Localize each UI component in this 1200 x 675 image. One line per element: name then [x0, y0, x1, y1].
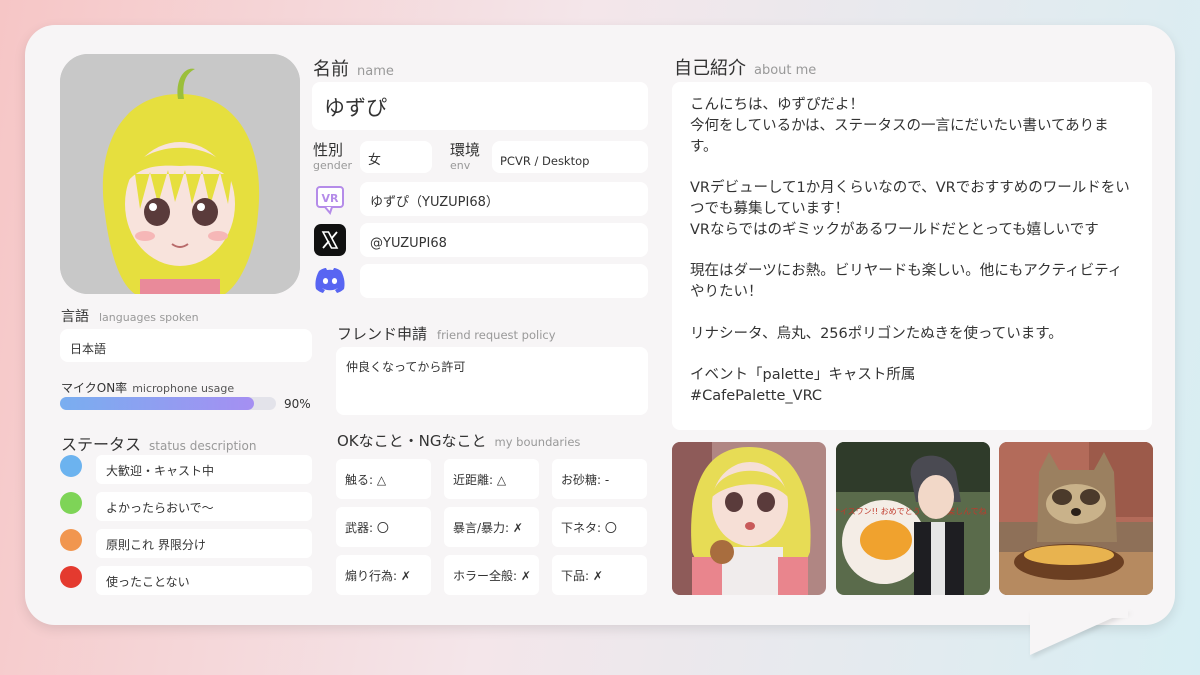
- boundary-item: 武器: 〇: [336, 507, 431, 547]
- svg-text:VR: VR: [322, 192, 340, 205]
- mic-percent: 90%: [284, 397, 311, 411]
- boundary-item: 暴言/暴力: ✗: [444, 507, 539, 547]
- env-value: PCVR / Desktop: [500, 154, 590, 168]
- photo-avatar-cookie: [672, 442, 826, 595]
- status-dot-orange: [60, 529, 82, 551]
- discord-icon: [313, 266, 347, 294]
- friend-heading: フレンド申請: [337, 325, 428, 343]
- about-line: #CafePalette_VRC: [690, 388, 823, 405]
- env-heading: 環境: [450, 141, 481, 159]
- status-item: 大歓迎・キャスト中: [96, 455, 312, 484]
- about-line: 現在はダーツにお熱。ビリヤードも楽しい。他にもアクティビティやりたい！: [690, 263, 1123, 301]
- friend-policy-value: 仲良くなってから許可: [346, 360, 466, 374]
- photo-plate-character: ゆずぴさんへ ナイスワン!! おめでとう ダーツ楽しんでね: [836, 442, 990, 595]
- name-field: ゆずぴ: [312, 82, 648, 130]
- friend-policy-field: 仲良くなってから許可: [336, 347, 648, 415]
- boundary-item: 下品: ✗: [552, 555, 647, 595]
- discord-account-field: [360, 264, 648, 298]
- about-line: リナシータ、烏丸、256ポリゴンたぬきを使っています。: [690, 325, 1063, 342]
- about-line: VRデビューして1か月くらいなので、VRでおすすめのワールドをいつでも募集してい…: [690, 180, 1130, 217]
- name-value: ゆずぴ: [324, 96, 387, 120]
- status-item: よかったらおいで〜: [96, 492, 312, 521]
- status-heading-en: status description: [149, 439, 257, 453]
- avatar: [60, 54, 300, 294]
- vrchat-account-field: ゆずぴ（YUZUPI68）: [360, 182, 648, 216]
- about-line: こんにちは、ゆずぴだよ！: [690, 97, 864, 113]
- status-item: 使ったことない: [96, 566, 312, 595]
- x-icon: [314, 224, 346, 256]
- boundary-item: お砂糖: -: [552, 459, 647, 499]
- gender-value: 女: [368, 153, 382, 168]
- x-account-field: @YUZUPI68: [360, 223, 648, 257]
- about-line: 今何をしているかは、ステータスの一言にだいたい書いてあります。: [690, 117, 1109, 155]
- languages-field: 日本語: [60, 329, 312, 362]
- about-line: VRならではのギミックがあるワールドだととっても嬉しいです: [690, 221, 1099, 238]
- boundaries-heading-en: my boundaries: [494, 435, 581, 449]
- boundary-item: 近距離: △: [444, 459, 539, 499]
- status-heading: ステータス: [61, 435, 142, 454]
- status-item: 原則これ 界限分け: [96, 529, 312, 558]
- env-heading-en: env: [450, 159, 471, 172]
- boundary-item: ホラー全般: ✗: [444, 555, 539, 595]
- mic-heading: マイクON率: [61, 381, 128, 395]
- languages-heading-en: languages spoken: [99, 311, 199, 324]
- vrchat-icon: VR: [313, 183, 347, 217]
- vrchat-account-value: ゆずぴ（YUZUPI68）: [370, 195, 499, 210]
- friend-heading-en: friend request policy: [437, 328, 556, 342]
- mic-heading-en: microphone usage: [132, 382, 235, 395]
- photo-tanuki: [999, 442, 1153, 595]
- about-heading-en: about me: [754, 63, 817, 78]
- mic-usage-bar: [60, 397, 276, 410]
- gender-field: 女: [360, 141, 432, 173]
- env-field: PCVR / Desktop: [492, 141, 648, 173]
- languages-heading: 言語: [61, 309, 89, 325]
- languages-value: 日本語: [70, 342, 107, 356]
- about-text-box: こんにちは、ゆずぴだよ！ 今何をしているかは、ステータスの一言にだいたい書いてあ…: [672, 82, 1152, 430]
- status-dot-red: [60, 566, 82, 588]
- gender-heading-en: gender: [313, 159, 352, 172]
- x-account-value: @YUZUPI68: [370, 236, 447, 251]
- boundary-item: 煽り行為: ✗: [336, 555, 431, 595]
- plate-writing: ゆずぴさんへ ナイスワン!! おめでとう ダーツ楽しんでね: [836, 506, 987, 516]
- status-dot-green: [60, 492, 82, 514]
- mic-usage-fill: [60, 397, 255, 410]
- name-heading: 名前: [313, 59, 349, 80]
- boundary-item: 触る: △: [336, 459, 431, 499]
- boundary-item: 下ネタ: 〇: [552, 507, 647, 547]
- status-dot-blue: [60, 455, 82, 477]
- about-line: イベント「palette」キャスト所属: [690, 367, 916, 384]
- boundaries-heading: OKなこと・NGなこと: [337, 432, 487, 450]
- gender-heading: 性別: [313, 141, 344, 159]
- about-heading: 自己紹介: [674, 58, 746, 79]
- name-heading-en: name: [357, 64, 394, 79]
